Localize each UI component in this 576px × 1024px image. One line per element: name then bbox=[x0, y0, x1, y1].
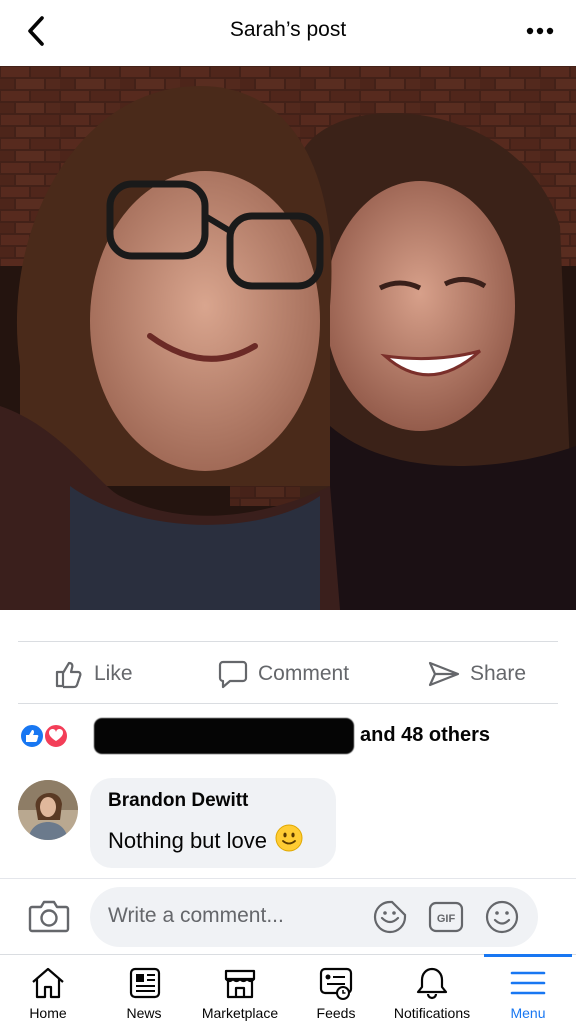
sticker-icon[interactable] bbox=[372, 899, 408, 935]
speech-bubble-icon bbox=[218, 660, 248, 689]
divider bbox=[18, 703, 558, 704]
comment-input-placeholder: Write a comment... bbox=[108, 904, 284, 927]
comment-button[interactable]: Comment bbox=[218, 656, 349, 692]
emoji-icon[interactable] bbox=[484, 899, 520, 935]
newspaper-icon bbox=[129, 967, 161, 999]
tab-news[interactable]: News bbox=[96, 955, 192, 1024]
tab-feeds-label: Feeds bbox=[316, 1005, 356, 1021]
page-title: Sarah’s post bbox=[229, 18, 347, 41]
comment-input[interactable]: Write a comment... GIF bbox=[90, 887, 538, 947]
tab-marketplace-label: Marketplace bbox=[201, 1005, 279, 1021]
reactions-summary[interactable]: and 48 others bbox=[18, 716, 558, 756]
comment-text: Nothing but love bbox=[108, 828, 267, 853]
gif-icon[interactable]: GIF bbox=[428, 899, 464, 935]
share-button[interactable]: Share bbox=[428, 656, 526, 692]
comment-composer: Write a comment... GIF bbox=[0, 878, 576, 954]
divider bbox=[18, 641, 558, 642]
comment-text-row: Nothing but love bbox=[108, 824, 318, 858]
feeds-icon bbox=[319, 967, 353, 1000]
more-options-icon[interactable] bbox=[524, 20, 556, 42]
reaction-icons bbox=[19, 723, 69, 749]
tab-marketplace[interactable]: Marketplace bbox=[192, 955, 288, 1024]
comment-label: Comment bbox=[258, 662, 350, 685]
slightly-smiling-face-icon bbox=[275, 824, 303, 858]
tab-feeds[interactable]: Feeds bbox=[288, 955, 384, 1024]
like-label: Like bbox=[94, 662, 133, 685]
avatar[interactable] bbox=[18, 780, 78, 840]
bell-icon bbox=[416, 967, 448, 1000]
top-bar: Sarah’s post bbox=[0, 0, 576, 66]
camera-icon[interactable] bbox=[28, 897, 70, 935]
tab-news-label: News bbox=[126, 1005, 162, 1021]
home-icon bbox=[32, 967, 64, 999]
active-tab-indicator bbox=[484, 954, 572, 957]
share-arrow-icon bbox=[428, 661, 460, 687]
redacted-names bbox=[94, 718, 354, 754]
svg-text:GIF: GIF bbox=[437, 913, 456, 925]
tab-menu[interactable]: Menu bbox=[480, 954, 576, 1024]
comment-item: Brandon Dewitt Nothing but love bbox=[18, 778, 558, 870]
like-button[interactable]: Like bbox=[54, 656, 133, 692]
thumbs-up-icon bbox=[55, 661, 82, 689]
bottom-tab-bar: Home News Marketplace Feeds Notification… bbox=[0, 954, 576, 1024]
menu-icon bbox=[510, 971, 546, 995]
post-photo[interactable] bbox=[0, 66, 576, 610]
comment-bubble[interactable]: Brandon Dewitt Nothing but love bbox=[90, 778, 336, 868]
share-label: Share bbox=[470, 662, 527, 685]
comment-author[interactable]: Brandon Dewitt bbox=[108, 790, 318, 812]
reactions-count: and 48 others bbox=[360, 724, 491, 746]
tab-menu-label: Menu bbox=[510, 1005, 546, 1021]
selfie-photo-illustration bbox=[0, 66, 576, 610]
tab-notifications[interactable]: Notifications bbox=[384, 955, 480, 1024]
tab-notifications-label: Notifications bbox=[393, 1005, 471, 1021]
tab-home-label: Home bbox=[29, 1005, 67, 1021]
post-actions: Like Comment Share bbox=[0, 646, 576, 702]
storefront-icon bbox=[224, 969, 256, 999]
tab-home[interactable]: Home bbox=[0, 955, 96, 1024]
